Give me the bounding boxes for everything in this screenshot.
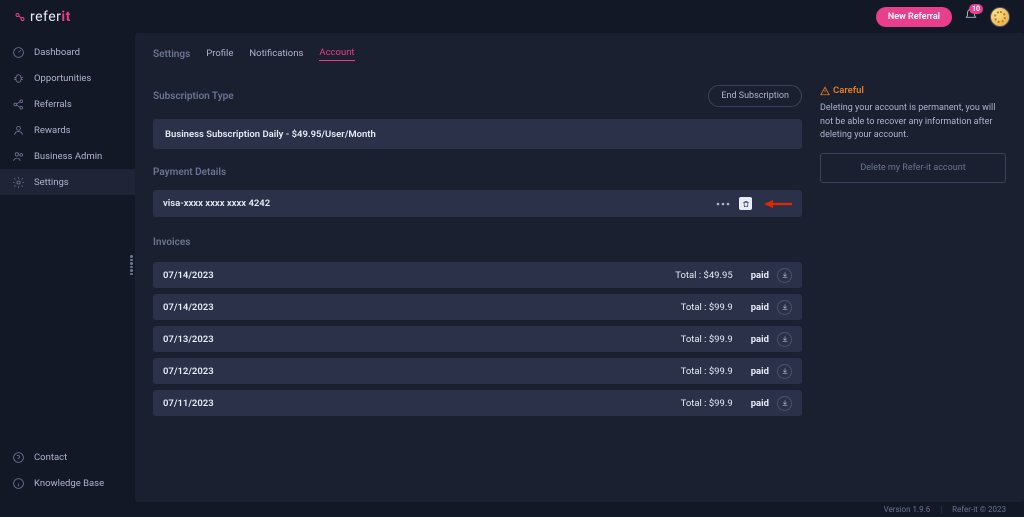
sidebar-item-business-admin[interactable]: Business Admin xyxy=(0,143,135,169)
dots-icon xyxy=(716,202,730,206)
sidebar-item-label: Opportunities xyxy=(34,73,91,84)
sidebar-item-contact[interactable]: Contact xyxy=(0,444,135,470)
bug-icon xyxy=(12,72,25,85)
sidebar-item-label: Knowledge Base xyxy=(34,478,104,489)
download-invoice-button[interactable] xyxy=(777,396,792,411)
gear-icon xyxy=(12,176,25,189)
download-icon xyxy=(781,367,789,375)
invoice-total: Total : $49.95 xyxy=(675,270,732,281)
end-subscription-button[interactable]: End Subscription xyxy=(708,85,802,107)
info-icon xyxy=(12,477,25,490)
sidebar-item-label: Rewards xyxy=(34,125,71,136)
annotation-arrow-icon xyxy=(764,199,792,209)
copyright-text: Refer-it © 2023 xyxy=(952,505,1006,514)
invoice-status: paid xyxy=(751,270,769,281)
delete-card-button[interactable] xyxy=(739,197,752,210)
invoice-row: 07/12/2023Total : $99.9 paid xyxy=(153,358,802,384)
new-referral-button[interactable]: New Referral xyxy=(876,7,952,27)
invoice-status: paid xyxy=(751,366,769,377)
footer: Version 1.9.6 | Refer-it © 2023 xyxy=(0,502,1024,517)
invoice-date: 07/12/2023 xyxy=(163,366,681,377)
settings-tabs: Settings Profile Notifications Account xyxy=(135,33,1024,75)
share-icon xyxy=(12,98,25,111)
tab-account[interactable]: Account xyxy=(319,47,354,61)
invoices-list: 07/14/2023Total : $49.95paid07/14/2023To… xyxy=(153,262,802,416)
sidebar-item-settings[interactable]: Settings xyxy=(0,169,135,195)
sidebar-item-referrals[interactable]: Referrals xyxy=(0,91,135,117)
invoices-header: Invoices xyxy=(153,237,802,248)
gauge-icon xyxy=(12,46,25,59)
invoice-status: paid xyxy=(751,398,769,409)
sidebar-item-label: Dashboard xyxy=(34,47,80,58)
download-icon xyxy=(781,399,789,407)
download-invoice-button[interactable] xyxy=(777,332,792,347)
sidebar-item-rewards[interactable]: Rewards xyxy=(0,117,135,143)
sidebar-item-label: Contact xyxy=(34,452,67,463)
notifications-button[interactable]: 10 xyxy=(964,8,978,25)
invoice-date: 07/13/2023 xyxy=(163,334,681,345)
download-icon xyxy=(781,335,789,343)
invoices-title: Invoices xyxy=(153,237,190,248)
top-bar: referit New Referral 10 xyxy=(0,0,1024,33)
logo[interactable]: referit xyxy=(14,9,71,25)
payment-title: Payment Details xyxy=(153,167,226,178)
invoice-row: 07/14/2023Total : $99.9 paid xyxy=(153,294,802,320)
tab-profile[interactable]: Profile xyxy=(206,48,233,61)
sidebar-item-label: Business Admin xyxy=(34,151,102,162)
avatar[interactable] xyxy=(990,7,1010,27)
invoice-row: 07/11/2023Total : $99.9 paid xyxy=(153,390,802,416)
invoice-row: 07/14/2023Total : $49.95 paid xyxy=(153,262,802,288)
more-options-button[interactable] xyxy=(715,196,731,212)
invoice-total: Total : $99.9 xyxy=(681,366,733,377)
subscription-plan: Business Subscription Daily - $49.95/Use… xyxy=(153,119,802,149)
download-invoice-button[interactable] xyxy=(777,300,792,315)
sidebar-item-label: Settings xyxy=(34,177,69,188)
delete-account-button[interactable]: Delete my Refer-it account xyxy=(820,153,1006,183)
logo-icon xyxy=(14,11,26,23)
invoice-date: 07/14/2023 xyxy=(163,270,675,281)
logo-text: referit xyxy=(30,9,71,25)
notification-badge: 10 xyxy=(969,4,983,14)
page-title: Settings xyxy=(153,49,190,60)
sidebar-item-dashboard[interactable]: Dashboard xyxy=(0,39,135,65)
sidebar-item-label: Referrals xyxy=(34,99,72,110)
download-invoice-button[interactable] xyxy=(777,268,792,283)
warning-icon xyxy=(820,86,830,96)
payment-header: Payment Details xyxy=(153,167,802,178)
main-panel: Settings Profile Notifications Account S… xyxy=(135,33,1024,502)
trash-icon xyxy=(742,200,750,208)
user-gear-icon xyxy=(12,124,25,137)
invoice-row: 07/13/2023Total : $99.9 paid xyxy=(153,326,802,352)
invoice-status: paid xyxy=(751,302,769,313)
careful-label: Careful xyxy=(820,85,1006,96)
tab-notifications[interactable]: Notifications xyxy=(249,48,303,61)
download-icon xyxy=(781,303,789,311)
invoice-status: paid xyxy=(751,334,769,345)
version-text: Version 1.9.6 xyxy=(884,505,931,514)
sidebar: Dashboard Opportunities Referrals Reward… xyxy=(0,33,135,502)
subscription-header: Subscription Type End Subscription xyxy=(153,85,802,107)
invoice-date: 07/14/2023 xyxy=(163,302,681,313)
payment-card-text: visa-xxxx xxxx xxxx 4242 xyxy=(163,198,707,209)
subscription-title: Subscription Type xyxy=(153,91,234,102)
users-icon xyxy=(12,150,25,163)
sidebar-item-opportunities[interactable]: Opportunities xyxy=(0,65,135,91)
invoice-date: 07/11/2023 xyxy=(163,398,681,409)
delete-warning-text: Deleting your account is permanent, you … xyxy=(820,102,1006,143)
invoice-total: Total : $99.9 xyxy=(681,334,733,345)
payment-card-row: visa-xxxx xxxx xxxx 4242 xyxy=(153,190,802,217)
invoice-total: Total : $99.9 xyxy=(681,302,733,313)
sidebar-item-knowledge-base[interactable]: Knowledge Base xyxy=(0,470,135,496)
help-icon xyxy=(12,451,25,464)
invoice-total: Total : $99.9 xyxy=(681,398,733,409)
download-invoice-button[interactable] xyxy=(777,364,792,379)
drag-handle-icon[interactable] xyxy=(130,255,133,275)
download-icon xyxy=(781,271,789,279)
